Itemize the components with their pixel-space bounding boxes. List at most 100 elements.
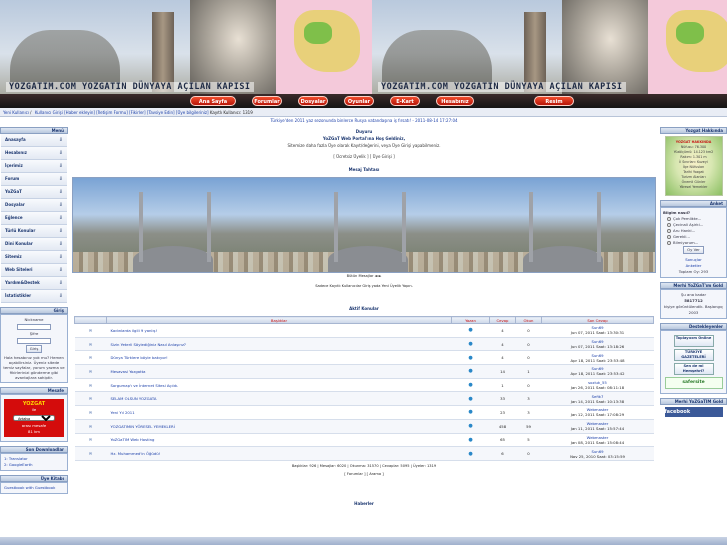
menu-item-account[interactable]: Hesabınız ⇓ [1, 147, 67, 160]
chevron-icon: ⇓ [58, 137, 63, 143]
menu-item-religion[interactable]: Dini Konular ⇓ [1, 238, 67, 251]
topic-title-link[interactable]: Yeni Yıl 2011 [111, 410, 135, 415]
author-icon[interactable]: ● [451, 364, 490, 379]
all-messages-link[interactable]: Bütün Mesajlar ◄ ► [70, 273, 658, 279]
poll-header: Anket [660, 200, 727, 207]
forum-links[interactable]: [ Forumlar ] [ Arama ] [70, 471, 658, 477]
radio-icon[interactable] [667, 217, 671, 221]
author-icon[interactable]: ● [451, 337, 490, 352]
menu-item-fun[interactable]: Eğlence ⇓ [1, 212, 67, 225]
radio-icon[interactable] [667, 241, 671, 245]
welcome-title: Duyuru [355, 129, 373, 134]
topic-row[interactable]: ✉ Mesavasi Yozgatta ● 14 1 Sun69 Apr 18, 2011 … [74, 364, 654, 379]
menu-label: Hesabınız [5, 150, 27, 155]
chevron-icon: ⇓ [58, 280, 63, 286]
link-login[interactable]: Kullanıcı Girişi [35, 110, 63, 115]
view-count: 5 [515, 433, 542, 448]
topic-row[interactable]: ✉ YOZGATIMIN YÖRESEL YEMEKLERİ ● 458 59 Webma… [74, 419, 654, 434]
topic-icon: ✉ [74, 323, 107, 338]
radio-icon[interactable] [667, 223, 671, 227]
link-member-info[interactable]: [Üye bilgileriniz] [176, 110, 209, 115]
menu-item-stats[interactable]: İstatistikler ⇓ [1, 290, 67, 303]
topic-title-link[interactable]: YOZGATIMIN YÖRESEL YEMEKLERİ [111, 424, 175, 429]
author-icon[interactable]: ● [451, 350, 490, 366]
username-input[interactable] [17, 324, 51, 330]
topic-row[interactable]: ✉ SELAM OLSUN YOZGATA ● 33 3 Sefik7 Jan 14, 20… [74, 391, 654, 407]
guestbook-link[interactable]: Guestbook with Guestbook [4, 485, 55, 490]
topic-title-link[interactable]: Sorgumap'ı ve İnternet Sitesi Açıldı. [111, 383, 179, 388]
site-logo-text: YOZGATIM.COM YOZGATIN DÜNYAYA AÇILAN KAP… [6, 82, 254, 92]
menu-item-downloads[interactable]: Dosyalar ⇓ [1, 199, 67, 212]
author-icon[interactable]: ● [451, 391, 490, 407]
author-icon[interactable]: ● [451, 323, 490, 338]
link-recommend[interactable]: [Tavsiye Edin] [147, 110, 175, 115]
topic-title-link[interactable]: SELAM OLSUN YOZGATA [111, 396, 157, 401]
topic-title-link[interactable]: Hz. Muhammed'in Öğüdü! [111, 451, 161, 456]
topic-title-link[interactable]: Sizin Yeterli Söylediğiniz Nasıl Anlaşır… [111, 342, 186, 347]
nav-downloads[interactable]: Dosyalar [298, 96, 328, 106]
topic-row[interactable]: ✉ YoZGaTIM Web Hosting ● 65 5 Webmaster Jan 08… [74, 433, 654, 448]
nav-gallery[interactable]: Resim Galerisi [534, 96, 574, 106]
link-ideas[interactable]: [Fikirler] [129, 110, 146, 115]
menu-label: Eğlence [5, 215, 23, 220]
topic-title-link[interactable]: Mesavasi Yozgatta [111, 369, 146, 374]
topic-title-link[interactable]: Kadınlarda ilgili 9 yanlış! [111, 328, 158, 333]
topic-row[interactable]: ✉ Sorgumap'ı ve İnternet Sitesi Açıldı. ● 1… [74, 378, 654, 393]
menu-label: Yardım&Destek [5, 280, 40, 285]
topic-row[interactable]: ✉ Dünya Türklere böyle bakıyor! ● 4 0 Sun69 Ap… [74, 350, 654, 366]
nav-forums[interactable]: Forumlar [252, 96, 282, 106]
last-date: Jan 08, 2011 Saat: 15:08:44 [570, 439, 625, 445]
nav-games[interactable]: Oyunlar [344, 96, 374, 106]
author-icon[interactable]: ● [451, 378, 490, 393]
author-icon[interactable]: ● [451, 446, 490, 461]
gazeteler-badge[interactable]: TÜRKİYE GAZETELERİ [673, 349, 714, 361]
author-icon[interactable]: ● [451, 405, 490, 420]
menu-label: Türlü Konular [5, 228, 36, 233]
welcome-links[interactable]: [ Ücretsiz Üyelik ] [ Üye Girişi ] [70, 153, 658, 160]
yozgat-line[interactable]: Yöresel Yemekler [666, 185, 722, 190]
menu-item-content[interactable]: İçerimiz ⇓ [1, 160, 67, 173]
login-button[interactable]: Giriş [25, 345, 43, 353]
topic-title-link[interactable]: Dünya Türklere böyle bakıyor! [111, 355, 168, 360]
menu-item-home[interactable]: Anasayfa ⇓ [1, 134, 67, 147]
menu-item-site[interactable]: Sitemiz ⇓ [1, 251, 67, 264]
download-link[interactable]: 1: Translator [4, 456, 28, 461]
menu-item-websites[interactable]: Web Siteleri ⇓ [1, 264, 67, 277]
counter-box: Şu ana kadar 5817712 kişiye görüntülendi… [660, 289, 727, 319]
signup-note: Hala hesabınız yok mu? Hemen açabilirsin… [3, 355, 65, 380]
topic-icon: ✉ [74, 433, 107, 448]
facebook-badge[interactable]: facebook [664, 407, 723, 417]
last-post: Sefik7 Jan 14, 2011 Saat: 10:13:38 [541, 391, 654, 407]
news-ticker[interactable]: Türkiye'den 2011 yaz sezonunda binlerce … [70, 117, 658, 125]
topic-row[interactable]: ✉ Yeni Yıl 2011 ● 23 3 Webmaster Jan 12, 2011 … [74, 405, 654, 420]
toplayicim-badge[interactable]: Toplayıcım Online [673, 335, 714, 347]
menu-item-various[interactable]: Türlü Konular ⇓ [1, 225, 67, 238]
nav-account[interactable]: Hesabınız [436, 96, 474, 106]
registered-count: Kayıtlı Kullanıcı: 1319 [209, 110, 253, 115]
link-contact[interactable]: [İletişim Formu] [96, 110, 128, 115]
link-new-user[interactable]: Yeni Kullanıcı [3, 110, 29, 115]
author-icon[interactable]: ● [451, 433, 490, 448]
topic-row[interactable]: ✉ Sizin Yeterli Söylediğiniz Nasıl Anlaşı… [74, 337, 654, 352]
topic-row[interactable]: ✉ Hz. Muhammed'in Öğüdü! ● 6 0 Sun69 Nov 25, 2… [74, 446, 654, 461]
menu-item-help[interactable]: Yardım&Destek ⇓ [1, 277, 67, 290]
radio-icon[interactable] [667, 229, 671, 233]
main-content: Türkiye'den 2011 yaz sezonunda binlerce … [70, 117, 658, 545]
hemsehri-badge[interactable]: Sen de mi Hemşehri? [673, 363, 714, 375]
download-link[interactable]: 2: GoogleEarth [4, 462, 32, 467]
city-select[interactable]: Antalya [13, 415, 55, 421]
nav-home[interactable]: Ana Sayfa [190, 96, 236, 106]
topic-row[interactable]: ✉ Kadınlarda ilgili 9 yanlış! ● 4 0 Sun69 Jun … [74, 323, 654, 338]
radio-icon[interactable] [667, 235, 671, 239]
guest-note: Sadece Kayıtlı Kullanıcılar Giriş yada Y… [315, 284, 413, 288]
vote-button[interactable]: Oy Ver [683, 246, 704, 254]
menu-item-forum[interactable]: Forum ⇓ [1, 173, 67, 186]
crumb-sep: / [30, 110, 32, 115]
password-input[interactable] [17, 338, 51, 344]
nav-ecard[interactable]: E-Kart [390, 96, 420, 106]
link-add-news[interactable]: [Haber ekleyin] [64, 110, 95, 115]
menu-item-yozgat[interactable]: YoZGaT ⇓ [1, 186, 67, 199]
topic-title-link[interactable]: YoZGaTIM Web Hosting [111, 437, 155, 442]
author-icon[interactable]: ● [451, 419, 490, 434]
safersite-badge[interactable]: safersite [664, 377, 723, 389]
